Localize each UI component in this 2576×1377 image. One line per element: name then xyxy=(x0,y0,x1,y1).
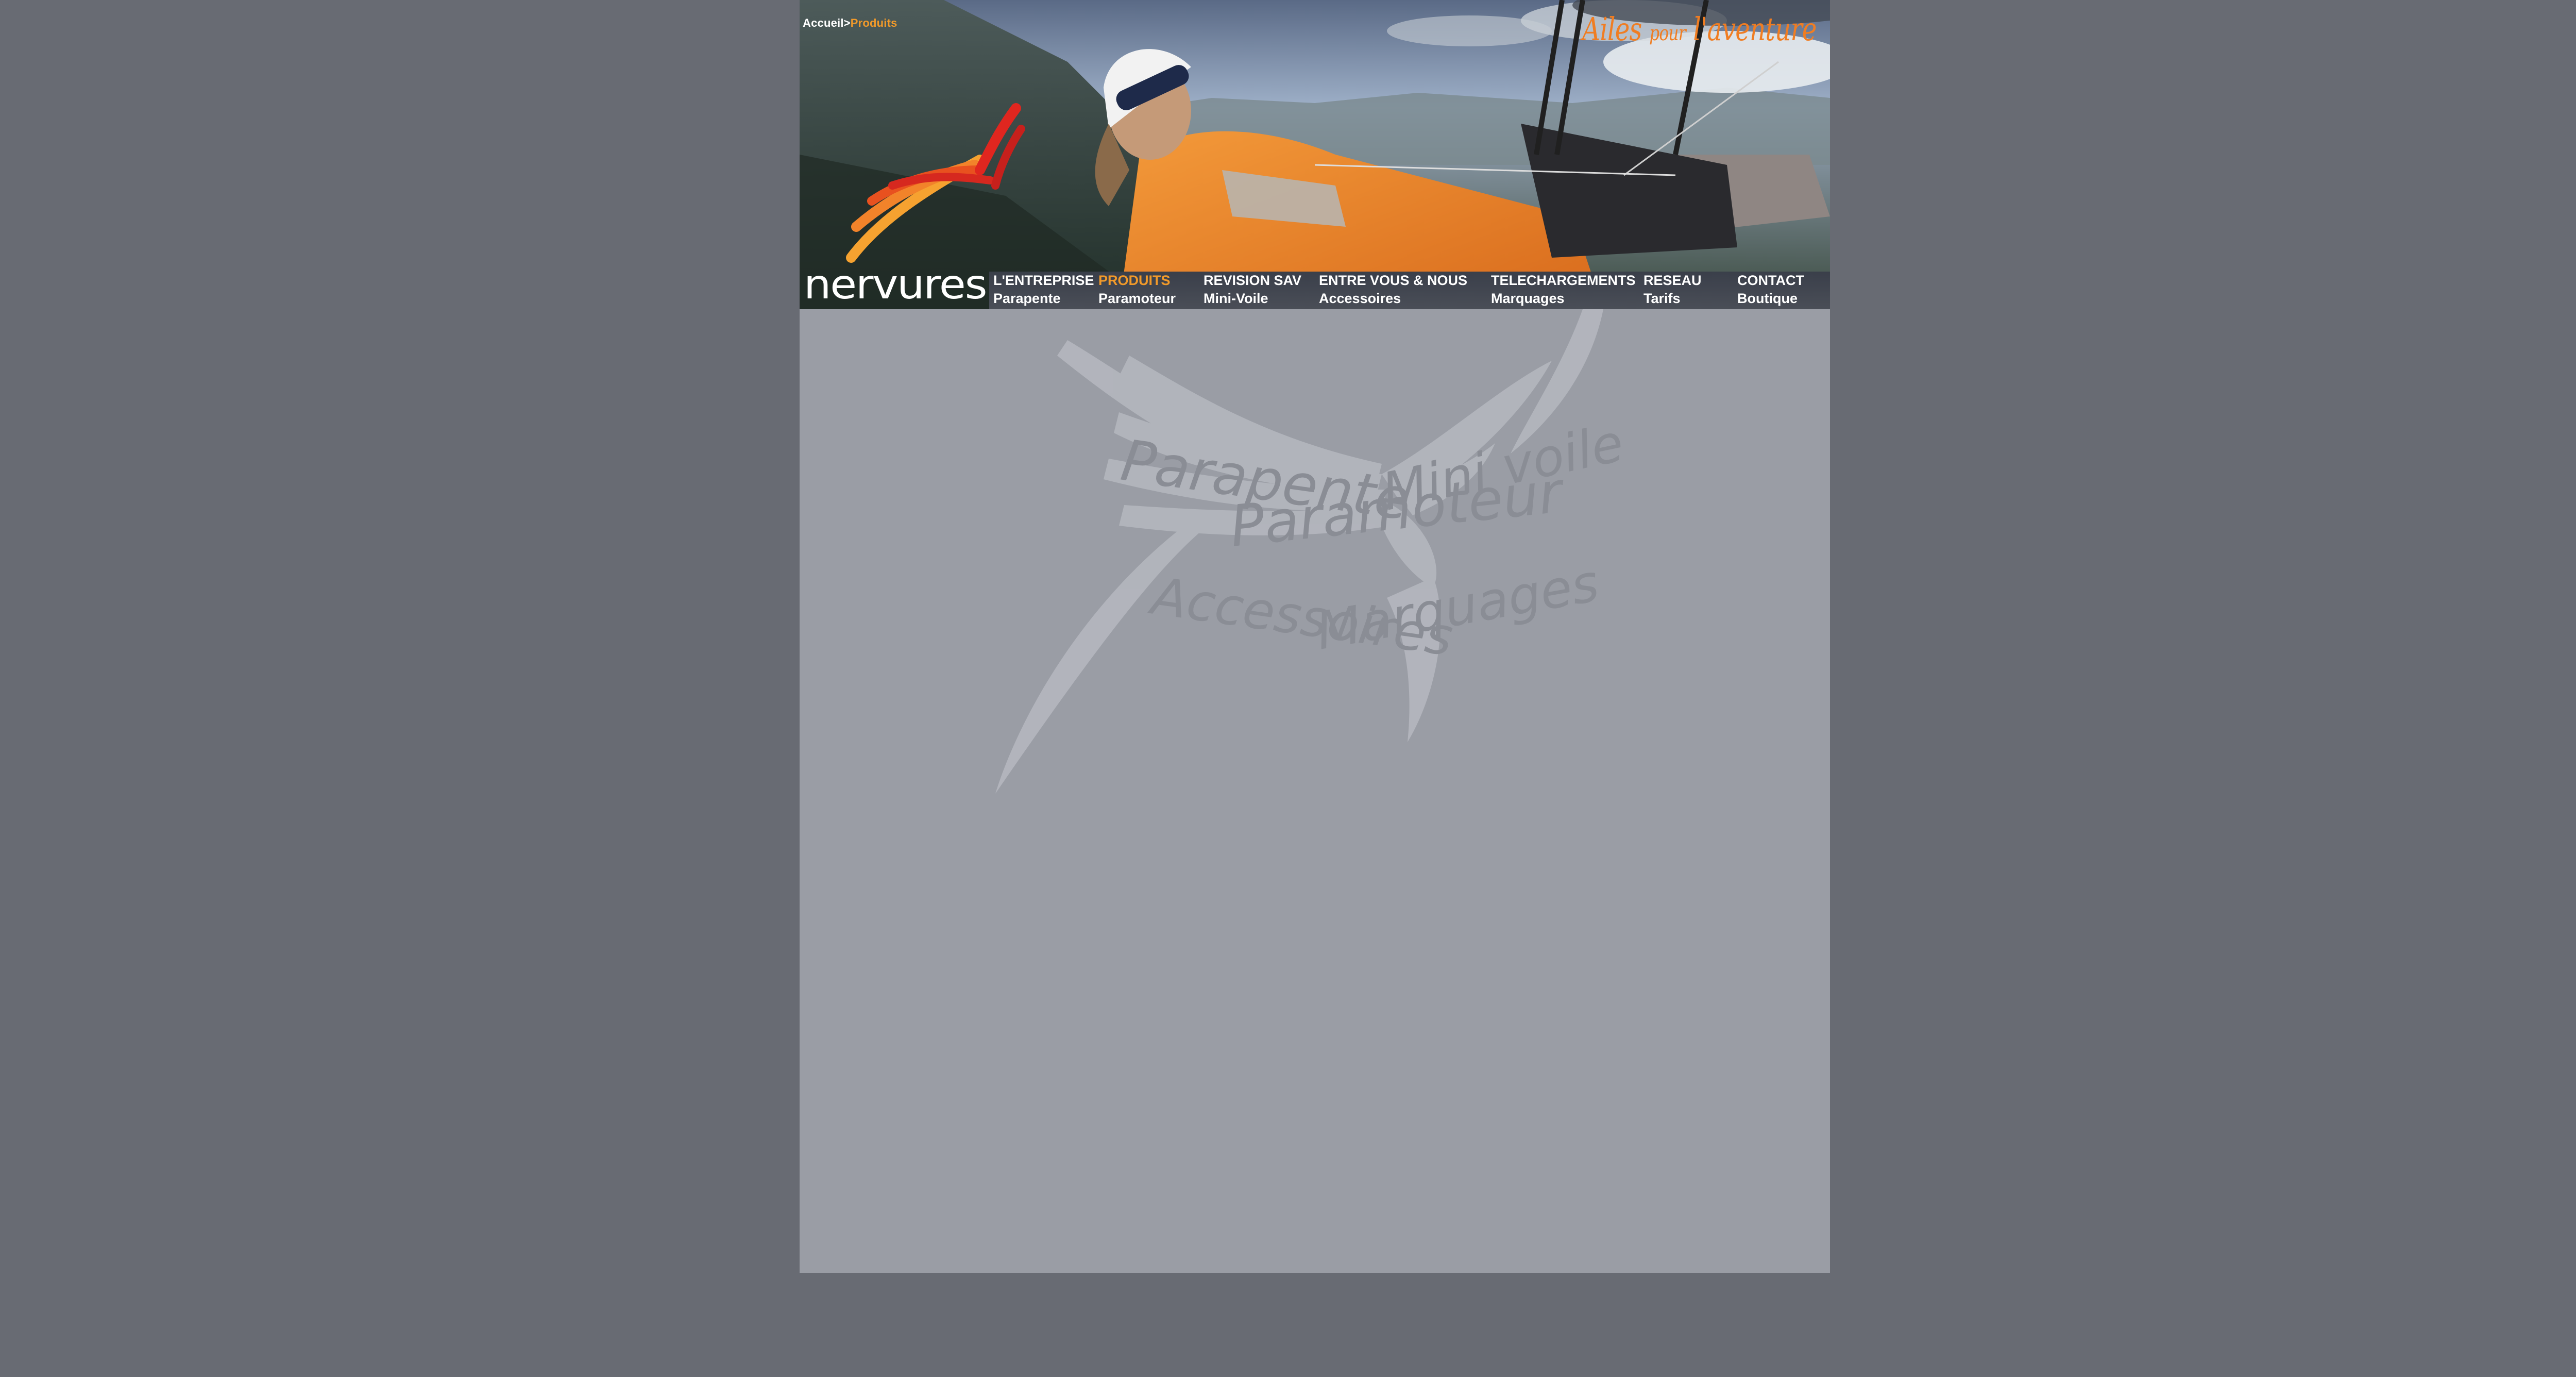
nav-item-contact[interactable]: CONTACT xyxy=(1737,272,1804,290)
nav-item-produits[interactable]: PRODUITS xyxy=(1098,272,1176,290)
header-banner: Accueil>Produits Ailes pour l'aventure n… xyxy=(800,0,1830,309)
nav-item-entre-vous-nous[interactable]: ENTRE VOUS & NOUS xyxy=(1319,272,1467,290)
tagline-word-2: pour xyxy=(1649,22,1686,45)
nav-column-entre-vous-nous: ENTRE VOUS & NOUS Accessoires xyxy=(1319,272,1467,309)
nav-column-telechargements: TELECHARGEMENTS Marquages xyxy=(1491,272,1636,309)
nav-item-mini-voile[interactable]: Mini-Voile xyxy=(1204,290,1301,308)
nav-item-paramoteur[interactable]: Paramoteur xyxy=(1098,290,1176,308)
nav-column-reseau: RESEAU Tarifs xyxy=(1643,272,1702,309)
breadcrumb: Accueil>Produits xyxy=(803,16,897,30)
tagline-word-3: l'aventure xyxy=(1693,10,1817,48)
breadcrumb-home-link[interactable]: Accueil xyxy=(803,16,844,29)
tagline-word-1: Ailes xyxy=(1582,10,1642,48)
nav-column-entreprise: L'ENTREPRISE Parapente xyxy=(993,272,1094,309)
tagline: Ailes pour l'aventure xyxy=(1583,10,1817,48)
nav-item-accessoires[interactable]: Accessoires xyxy=(1319,290,1467,308)
product-link-marquages[interactable]: Marquages xyxy=(1312,552,1603,661)
nav-item-telechargements[interactable]: TELECHARGEMENTS xyxy=(1491,272,1636,290)
logo-wordmark[interactable]: nervures xyxy=(804,262,987,308)
nav-item-boutique[interactable]: Boutique xyxy=(1737,290,1804,308)
nav-item-entreprise[interactable]: L'ENTREPRISE xyxy=(993,272,1094,290)
nav-item-parapente[interactable]: Parapente xyxy=(993,290,1094,308)
nav-column-revision-sav: REVISION SAV Mini-Voile xyxy=(1204,272,1301,309)
nav-item-marquages[interactable]: Marquages xyxy=(1491,290,1636,308)
nav-item-reseau[interactable]: RESEAU xyxy=(1643,272,1702,290)
nav-column-contact: CONTACT Boutique xyxy=(1737,272,1804,309)
wing-emblem-icon: Parapente Paramoteur Mini voile Accessoi… xyxy=(995,309,1629,794)
nav-item-revision-sav[interactable]: REVISION SAV xyxy=(1204,272,1301,290)
breadcrumb-separator: > xyxy=(843,16,851,29)
main-navigation: L'ENTREPRISE Parapente PRODUITS Paramote… xyxy=(989,272,1830,309)
nav-column-produits: PRODUITS Paramoteur xyxy=(1098,272,1176,309)
site-container: Accueil>Produits Ailes pour l'aventure n… xyxy=(800,0,1830,1273)
nav-item-tarifs[interactable]: Tarifs xyxy=(1643,290,1702,308)
breadcrumb-current-link[interactable]: Produits xyxy=(851,16,897,29)
